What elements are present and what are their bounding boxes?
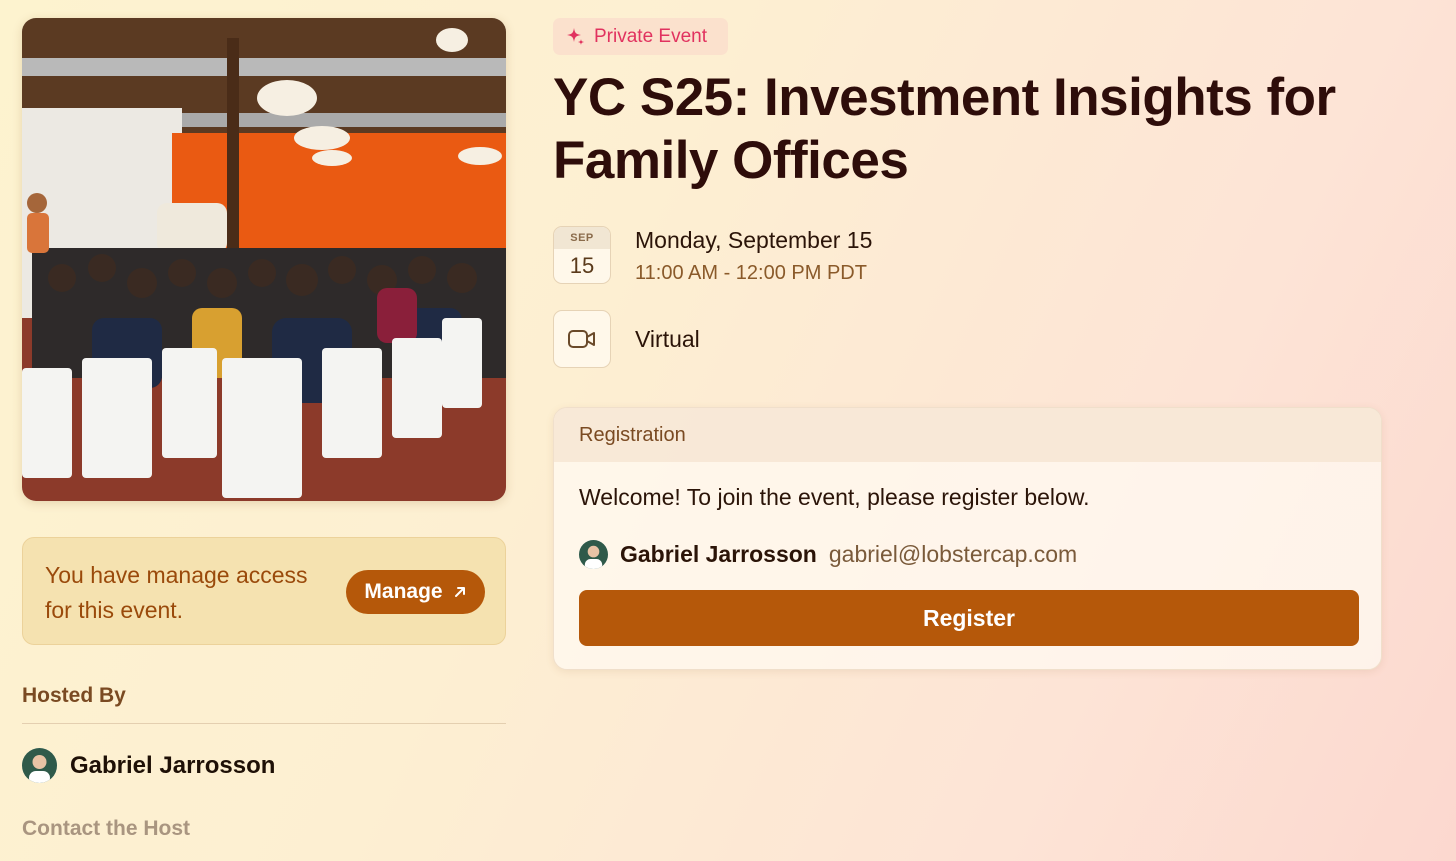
register-button[interactable]: Register bbox=[579, 590, 1359, 646]
event-location: Virtual bbox=[635, 326, 700, 352]
contact-host-link[interactable]: Contact the Host bbox=[22, 817, 190, 841]
registration-card: Registration Welcome! To join the event,… bbox=[553, 407, 1382, 670]
event-date: Monday, September 15 bbox=[635, 227, 873, 253]
sparkle-icon bbox=[567, 27, 584, 45]
event-cover-image bbox=[22, 18, 506, 501]
host-avatar bbox=[22, 748, 57, 783]
location-tile bbox=[553, 310, 611, 368]
badge-label: Private Event bbox=[594, 25, 707, 47]
registration-user: Gabriel Jarrosson gabriel@lobstercap.com bbox=[579, 540, 1077, 569]
manage-button-label: Manage bbox=[364, 580, 443, 603]
event-title: YC S25: Investment Insights for Family O… bbox=[553, 68, 1336, 190]
manage-access-banner: You have manage access for this event. M… bbox=[22, 537, 506, 645]
registration-welcome: Welcome! To join the event, please regis… bbox=[579, 484, 1090, 510]
manage-button[interactable]: Manage bbox=[346, 570, 485, 614]
hosted-by-label: Hosted By bbox=[22, 684, 126, 707]
registration-heading: Registration bbox=[554, 408, 1381, 462]
user-avatar bbox=[579, 540, 608, 569]
event-photo bbox=[22, 18, 506, 501]
person-avatar-icon bbox=[22, 748, 57, 783]
registration-user-email: gabriel@lobstercap.com bbox=[828, 541, 1078, 567]
date-month: SEP bbox=[554, 227, 610, 249]
calendar-date-icon: SEP 15 bbox=[553, 226, 611, 284]
private-event-badge: Private Event bbox=[553, 18, 728, 55]
manage-access-text: You have manage access for this event. bbox=[45, 562, 308, 623]
person-avatar-icon bbox=[579, 540, 608, 569]
date-day: 15 bbox=[569, 253, 595, 278]
registration-user-name: Gabriel Jarrosson bbox=[620, 541, 817, 567]
divider bbox=[22, 723, 506, 724]
event-time: 11:00 AM - 12:00 PM PDT bbox=[635, 262, 867, 284]
video-camera-icon bbox=[568, 330, 595, 348]
host-name: Gabriel Jarrosson bbox=[70, 751, 276, 779]
arrow-up-right-icon bbox=[454, 587, 465, 597]
host-item[interactable]: Gabriel Jarrosson bbox=[22, 748, 275, 783]
